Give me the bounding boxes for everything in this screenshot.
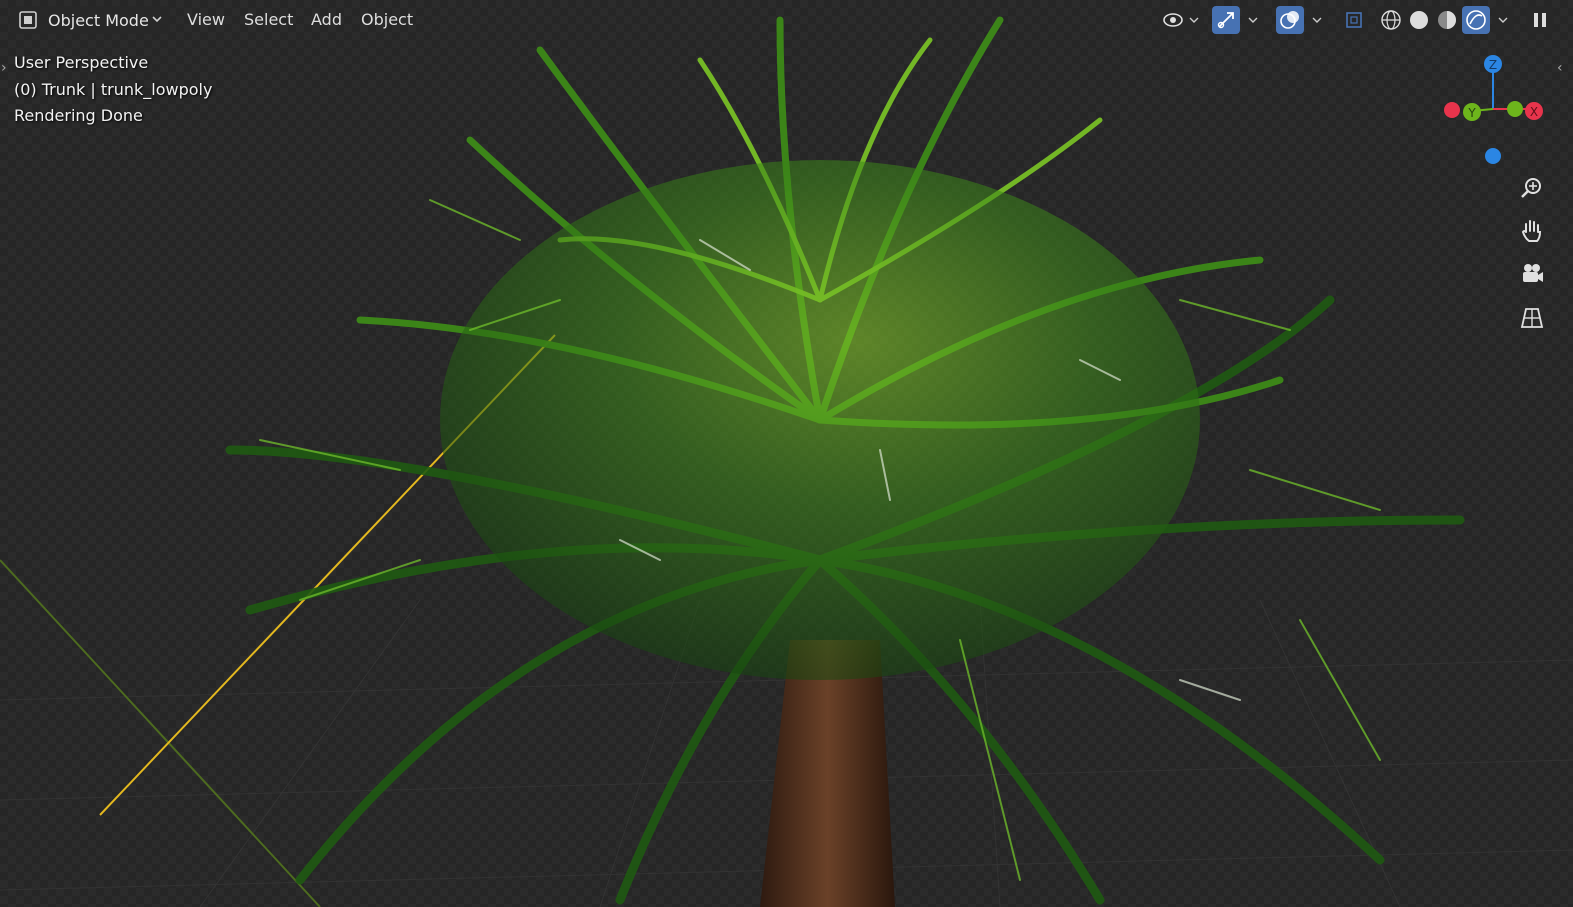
palm-crown xyxy=(440,160,1200,680)
overlays-toggle-button[interactable] xyxy=(1276,6,1304,34)
xray-toggle-button[interactable] xyxy=(1340,6,1368,34)
object-mode-icon xyxy=(19,11,37,29)
gizmo-neg-x xyxy=(1444,102,1460,118)
perspective-toggle-button[interactable] xyxy=(1516,302,1548,334)
toolbar-expand-arrow[interactable]: › xyxy=(1,60,7,76)
zoom-tool-button[interactable] xyxy=(1516,172,1548,204)
chevron-down-icon xyxy=(1248,17,1258,23)
object-mode-dropdown[interactable]: Object Mode xyxy=(10,6,170,34)
menu-add[interactable]: Add xyxy=(311,10,342,29)
visibility-dropdown[interactable] xyxy=(1158,6,1204,34)
viewport-header: Object Mode View Select Add Object xyxy=(0,0,1573,40)
shading-mode-group xyxy=(1378,6,1490,34)
scene-render xyxy=(0,16,1573,907)
menu-select[interactable]: Select xyxy=(244,10,293,29)
shading-dropdown[interactable] xyxy=(1492,6,1514,34)
pan-tool-button[interactable] xyxy=(1516,215,1548,247)
wireframe-shading-icon xyxy=(1381,10,1401,30)
render-status-text: Rendering Done xyxy=(14,106,143,125)
xray-icon xyxy=(1346,12,1362,28)
object-mode-label: Object Mode xyxy=(48,10,149,30)
gizmo-neg-z xyxy=(1485,148,1501,164)
gizmo-y-label: Y xyxy=(1467,106,1476,120)
overlays-icon xyxy=(1280,11,1299,29)
zoom-icon xyxy=(1521,178,1541,198)
material-preview-icon xyxy=(1438,11,1456,29)
navigation-gizmo[interactable]: Z X Y xyxy=(1440,52,1550,168)
3d-viewport[interactable]: Object Mode View Select Add Object › ‹ U… xyxy=(0,0,1573,907)
pause-icon xyxy=(1534,13,1546,27)
gizmo-dropdown[interactable] xyxy=(1242,6,1264,34)
view-name-text: User Perspective xyxy=(14,53,149,72)
eye-visibility-icon xyxy=(1163,13,1199,27)
y-axis-line xyxy=(0,559,321,907)
gizmo-z-label: Z xyxy=(1489,58,1497,72)
menu-object[interactable]: Object xyxy=(361,10,413,29)
sidebar-expand-arrow[interactable]: ‹ xyxy=(1557,60,1563,76)
overlays-dropdown[interactable] xyxy=(1306,6,1328,34)
gizmo-toggle-icon xyxy=(1217,12,1234,29)
chevron-down-icon xyxy=(152,16,162,23)
active-object-text: (0) Trunk | trunk_lowpoly xyxy=(14,80,213,99)
gizmo-toggle-button[interactable] xyxy=(1212,6,1240,34)
chevron-down-icon xyxy=(1312,17,1322,23)
camera-view-icon xyxy=(1523,264,1543,282)
chevron-down-icon xyxy=(1498,17,1508,23)
pan-hand-icon xyxy=(1521,220,1542,242)
menu-view[interactable]: View xyxy=(187,10,225,29)
perspective-ortho-icon xyxy=(1520,308,1544,328)
gizmo-neg-y xyxy=(1507,101,1523,117)
camera-view-button[interactable] xyxy=(1516,258,1548,290)
pause-render-button[interactable] xyxy=(1526,6,1554,34)
gizmo-x-label: X xyxy=(1530,105,1538,119)
solid-shading-icon xyxy=(1410,11,1428,29)
